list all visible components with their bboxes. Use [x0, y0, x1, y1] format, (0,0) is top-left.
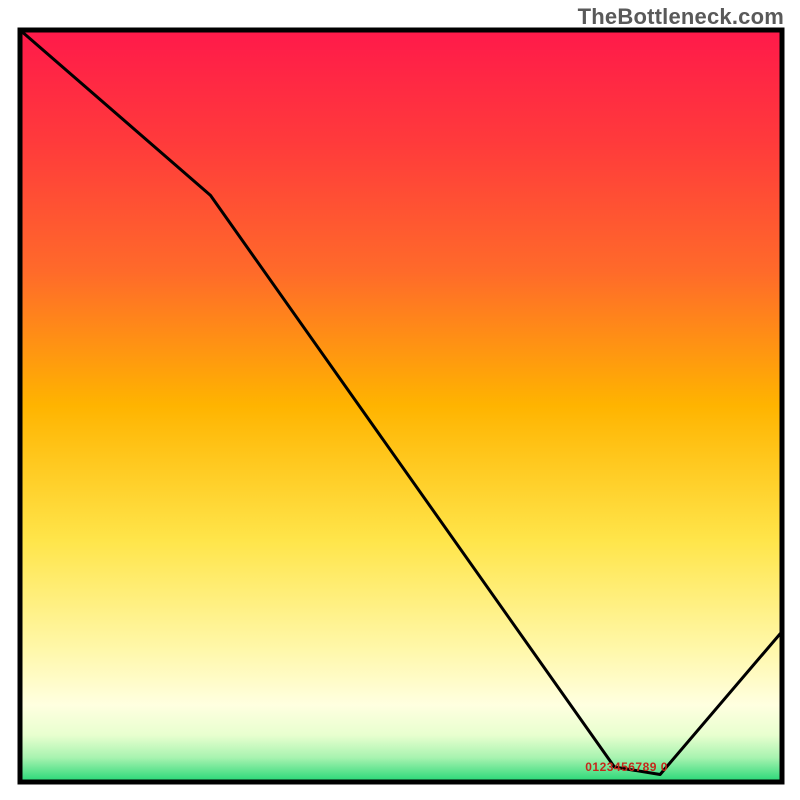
gradient-background: [22, 32, 780, 780]
chart-stage: TheBottleneck.com 0123456789 0: [0, 0, 800, 800]
chart-svg: [0, 0, 800, 800]
valley-zero-label: 0123456789 0: [585, 760, 668, 774]
